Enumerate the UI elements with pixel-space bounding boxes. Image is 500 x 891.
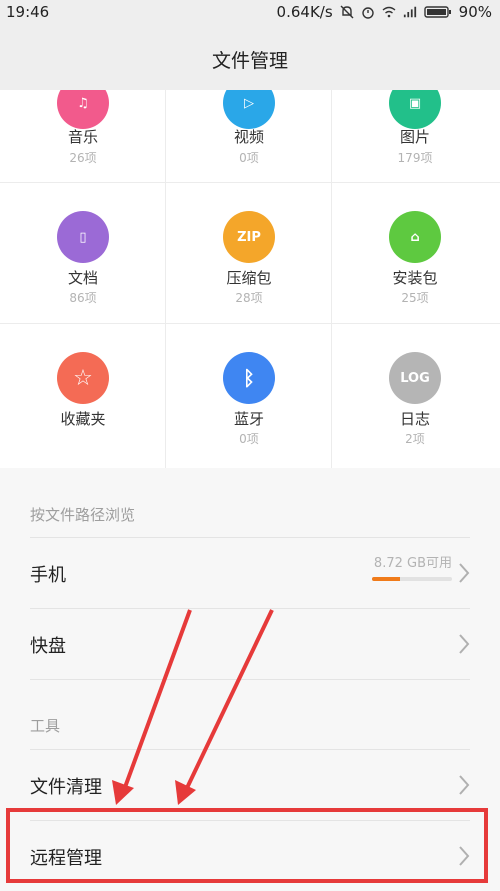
row-label: 手机 xyxy=(30,565,66,586)
section-title-tools: 工具 xyxy=(30,717,61,735)
chevron-right-icon xyxy=(459,634,470,654)
battery-percent: 90% xyxy=(458,3,492,21)
category-count: 25项 xyxy=(401,291,429,305)
category-label: 文档 xyxy=(67,269,98,287)
star-icon: ☆ xyxy=(57,352,109,404)
category-bluetooth[interactable]: ᛒ 蓝牙 0项 xyxy=(166,324,332,468)
category-grid: ♫ 音乐 26项 ▷ 视频 0项 ▣ 图片 179项 ▯ 文档 86项 ZIP … xyxy=(0,90,500,468)
category-label: 视频 xyxy=(233,128,264,146)
category-apk[interactable]: ⌂ 安装包 25项 xyxy=(332,183,500,324)
alarm-icon xyxy=(361,7,374,19)
storage-available: 8.72 GB可用 xyxy=(373,556,452,571)
chevron-right-icon xyxy=(459,563,470,583)
log-icon: LOG xyxy=(389,352,441,404)
title-bar: 文件管理 xyxy=(0,26,500,91)
category-count: 179项 xyxy=(397,151,433,165)
category-music[interactable]: ♫ 音乐 26项 xyxy=(0,90,166,183)
category-favorites[interactable]: ☆ 收藏夹 xyxy=(0,324,166,468)
category-count: 0项 xyxy=(239,432,259,446)
category-label: 压缩包 xyxy=(226,269,272,287)
category-count: 2项 xyxy=(405,432,425,446)
category-images[interactable]: ▣ 图片 179项 xyxy=(332,90,500,183)
category-logs[interactable]: LOG 日志 2项 xyxy=(332,324,500,468)
category-count: 28项 xyxy=(235,291,263,305)
highlight-box xyxy=(6,808,488,883)
category-zip[interactable]: ZIP 压缩包 28项 xyxy=(166,183,332,324)
image-icon: ▣ xyxy=(389,90,441,129)
network-speed: 0.64K/s xyxy=(276,3,333,21)
bluetooth-icon: ᛒ xyxy=(223,352,275,404)
section-title-path: 按文件路径浏览 xyxy=(30,506,136,524)
row-phone-storage[interactable]: 手机 8.72 GB可用 xyxy=(0,538,500,608)
status-time: 19:46 xyxy=(6,3,50,21)
document-icon: ▯ xyxy=(57,211,109,263)
category-label: 蓝牙 xyxy=(233,410,264,428)
storage-bar xyxy=(372,577,452,581)
page-title: 文件管理 xyxy=(211,50,288,72)
row-label: 快盘 xyxy=(30,636,66,657)
status-bar: 19:46 0.64K/s 90% xyxy=(0,0,500,26)
music-icon: ♫ xyxy=(57,90,109,129)
storage-bar-fill xyxy=(372,577,400,581)
chevron-right-icon xyxy=(459,775,470,795)
category-label: 图片 xyxy=(399,128,430,146)
wifi-icon xyxy=(382,6,396,18)
category-documents[interactable]: ▯ 文档 86项 xyxy=(0,183,166,324)
row-kuaipan[interactable]: 快盘 xyxy=(0,609,500,679)
category-label: 日志 xyxy=(399,410,430,428)
zip-icon: ZIP xyxy=(223,211,275,263)
category-count: 0项 xyxy=(239,151,259,165)
row-label: 文件清理 xyxy=(30,777,102,798)
storage-indicator: 8.72 GB可用 xyxy=(372,552,452,581)
video-play-icon: ▷ xyxy=(223,90,275,129)
category-video[interactable]: ▷ 视频 0项 xyxy=(166,90,332,183)
category-count: 26项 xyxy=(69,151,97,165)
category-count: 86项 xyxy=(69,291,97,305)
android-icon: ⌂ xyxy=(389,211,441,263)
category-label: 收藏夹 xyxy=(60,410,106,428)
category-label: 安装包 xyxy=(392,269,438,287)
mute-bell-icon xyxy=(340,5,354,19)
category-label: 音乐 xyxy=(67,128,98,146)
signal-icon xyxy=(403,6,416,18)
divider xyxy=(30,679,470,680)
battery-icon xyxy=(423,6,451,18)
